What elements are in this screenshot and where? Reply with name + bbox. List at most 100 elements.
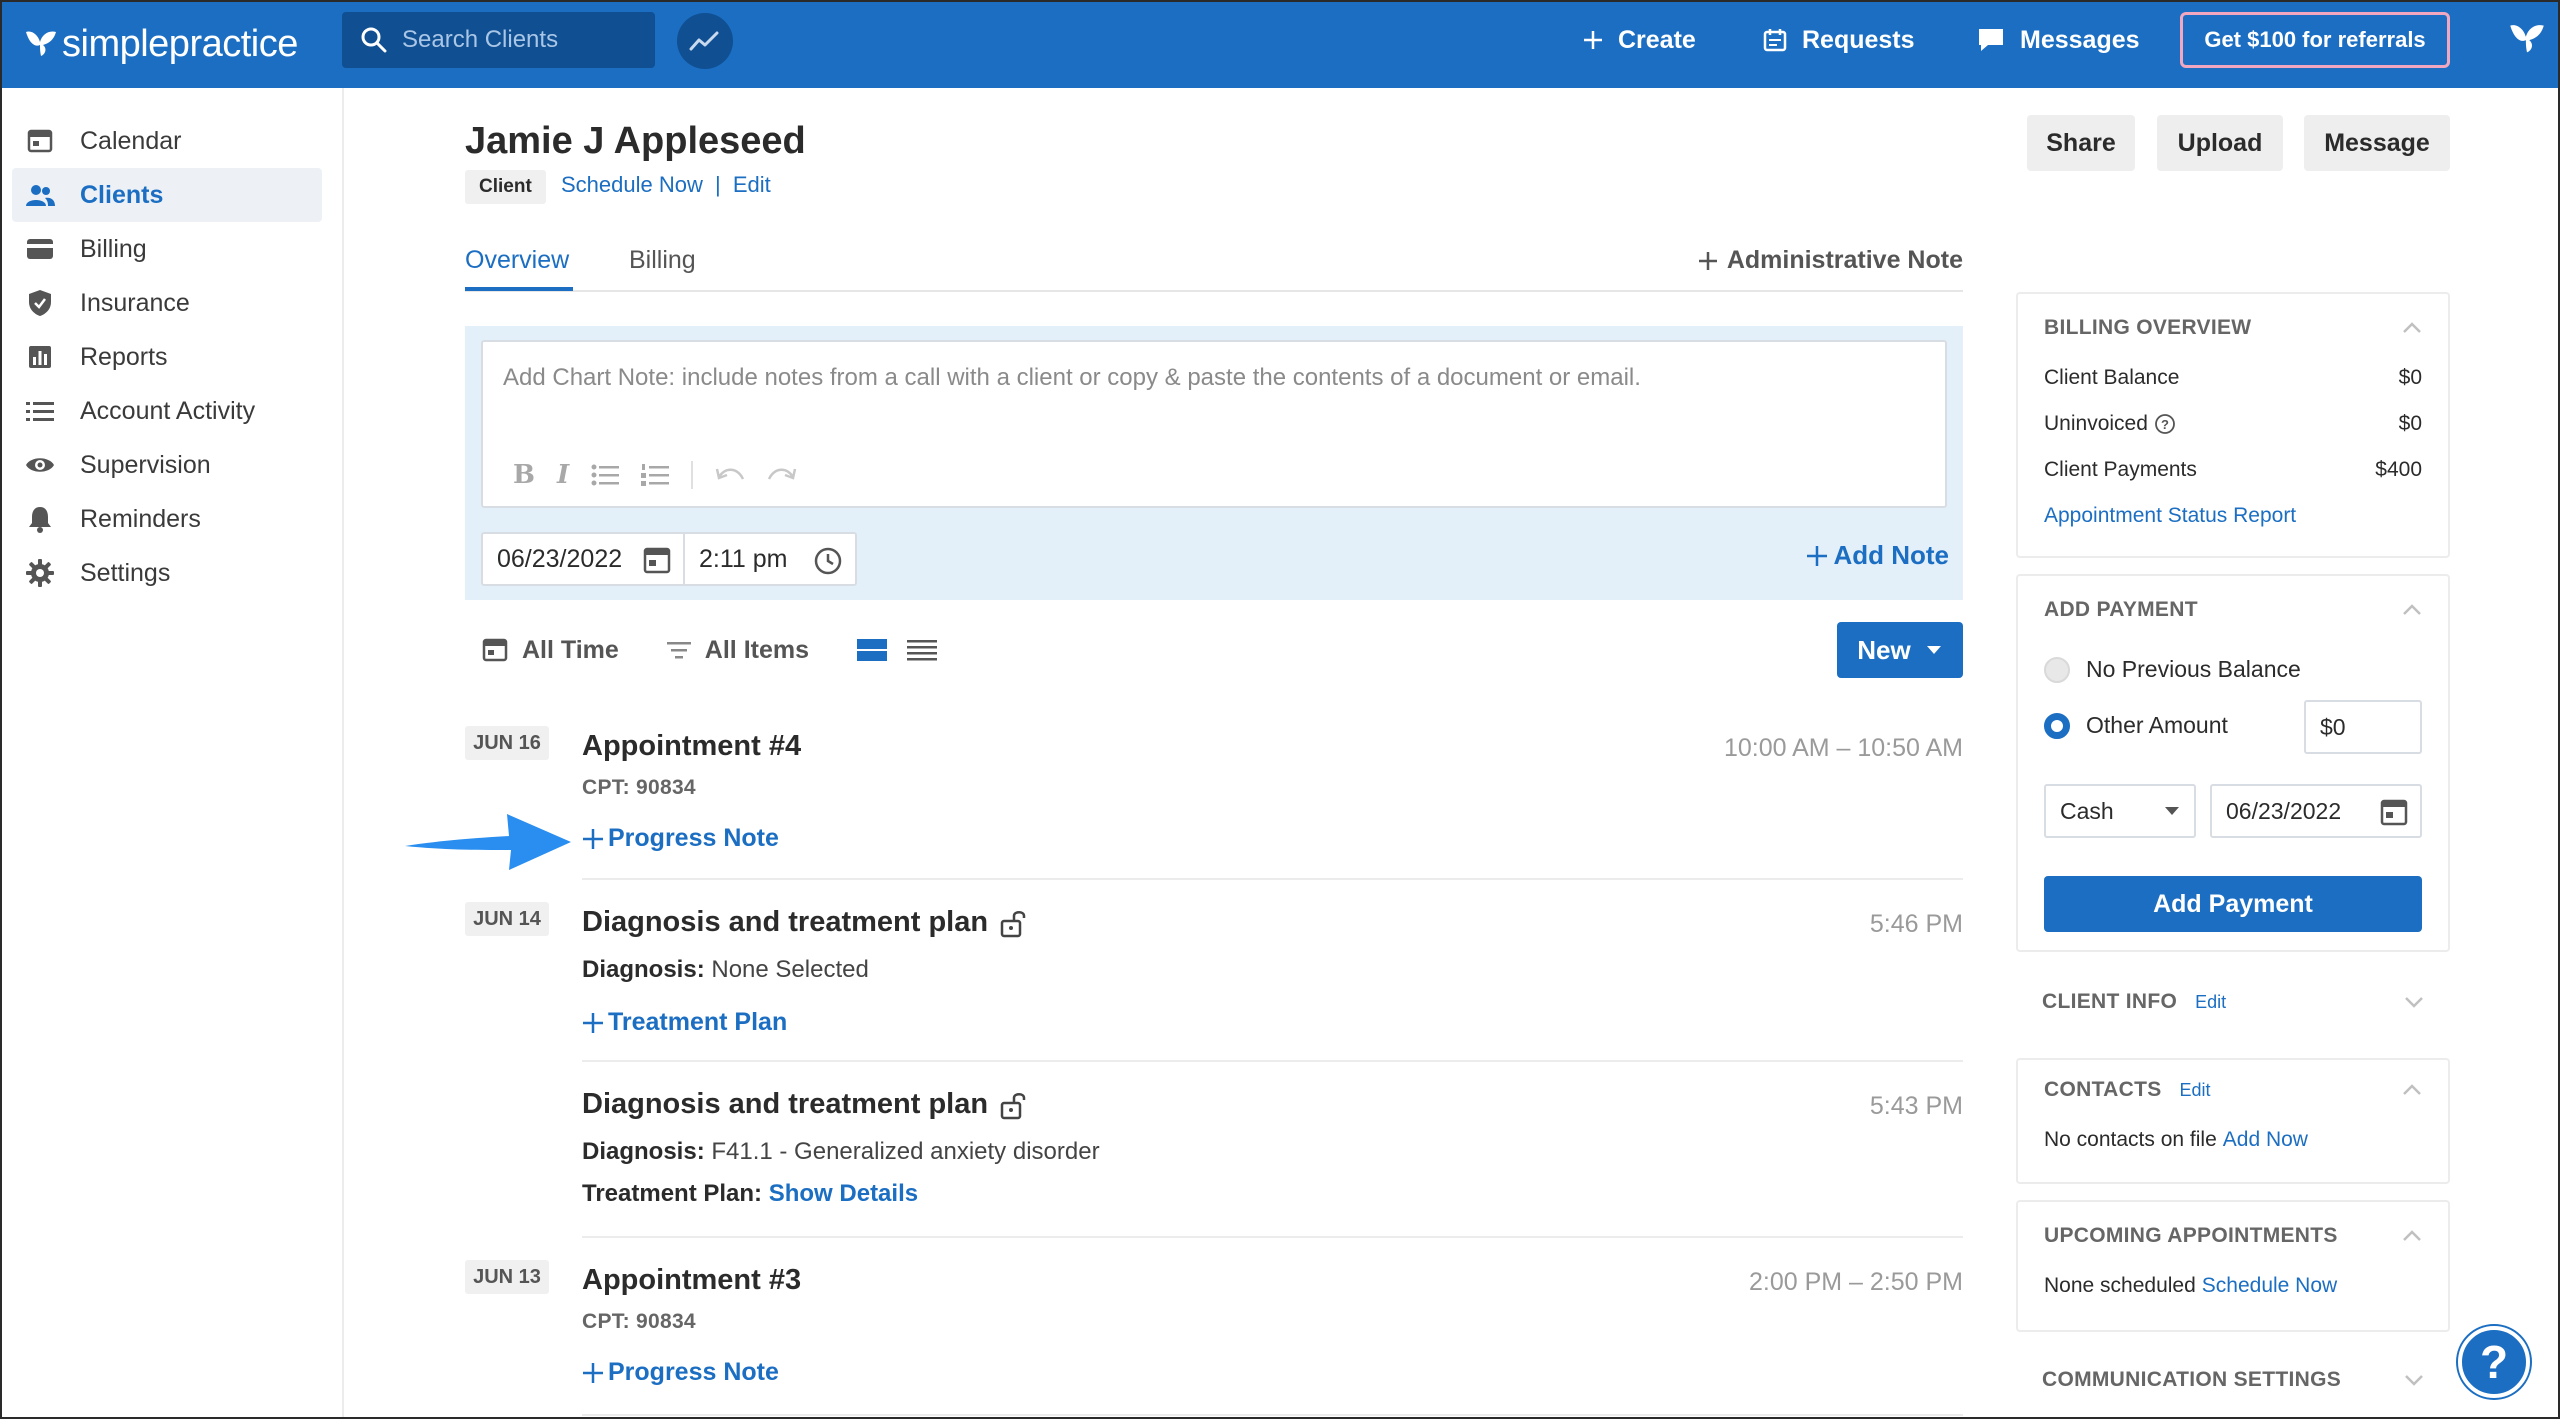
card-view-icon[interactable] xyxy=(857,638,887,662)
requests-button[interactable]: Requests xyxy=(1762,20,1915,60)
radio-unselected[interactable] xyxy=(2044,656,2070,683)
feed-item-title[interactable]: Appointment #3 xyxy=(582,1264,801,1297)
feed-item-title[interactable]: Diagnosis and treatment plan xyxy=(582,906,1028,939)
client-info-edit-link[interactable]: Edit xyxy=(2195,992,2226,1013)
contacts-edit-link[interactable]: Edit xyxy=(2180,1080,2211,1101)
tab-overview[interactable]: Overview xyxy=(465,246,569,275)
simplepractice-logo[interactable]: simplepractice xyxy=(24,16,298,72)
bar-chart-icon xyxy=(24,341,56,373)
show-details-link[interactable]: Show Details xyxy=(769,1180,918,1207)
feed-item-title[interactable]: Diagnosis and treatment plan xyxy=(582,1088,1028,1121)
sidebar-item-settings[interactable]: Settings xyxy=(12,546,322,600)
add-treatment-plan-link[interactable]: Treatment Plan xyxy=(582,1008,787,1037)
share-button[interactable]: Share xyxy=(2027,115,2135,171)
add-payment-button[interactable]: Add Payment xyxy=(2044,876,2422,932)
client-tabs: Overview Billing Administrative Note xyxy=(465,238,1963,292)
requests-label: Requests xyxy=(1802,25,1915,54)
sidebar-item-reminders[interactable]: Reminders xyxy=(12,492,322,546)
client-info-header[interactable]: CLIENT INFO Edit xyxy=(2042,990,2424,1014)
add-progress-note-link[interactable]: Progress Note xyxy=(582,1358,779,1387)
time-filter-dropdown[interactable]: All Time xyxy=(482,636,619,665)
no-previous-balance-label: No Previous Balance xyxy=(2086,656,2301,682)
sidebar-item-supervision[interactable]: Supervision xyxy=(12,438,322,492)
sidebar-item-label: Account Activity xyxy=(80,396,256,425)
chevron-up-icon[interactable] xyxy=(2402,320,2422,334)
payment-amount-input[interactable]: $0 xyxy=(2304,700,2422,754)
billing-overview-card: BILLING OVERVIEW Client Balance $0 Uninv… xyxy=(2016,292,2450,558)
sidebar-item-insurance[interactable]: Insurance xyxy=(12,276,322,330)
list-view-icon[interactable] xyxy=(907,638,937,662)
messages-button[interactable]: Messages xyxy=(1976,20,2140,60)
client-payments-value: $400 xyxy=(2375,458,2422,481)
undo-icon[interactable] xyxy=(715,465,745,485)
add-contact-link[interactable]: Add Now xyxy=(2223,1128,2308,1152)
insights-button[interactable] xyxy=(677,13,733,69)
create-button[interactable]: Create xyxy=(1582,20,1696,60)
add-progress-note-link[interactable]: Progress Note xyxy=(582,824,779,853)
message-button[interactable]: Message xyxy=(2304,115,2450,171)
unlock-icon xyxy=(1000,1092,1026,1119)
payment-date-field[interactable]: 06/23/2022 xyxy=(2210,784,2422,838)
calendar-request-icon xyxy=(1763,29,1787,52)
communication-settings-header[interactable]: COMMUNICATION SETTINGS xyxy=(2042,1368,2424,1392)
sidebar-item-account-activity[interactable]: Account Activity xyxy=(12,384,322,438)
add-note-button[interactable]: Add Note xyxy=(1805,540,1949,571)
chevron-up-icon[interactable] xyxy=(2402,1082,2422,1096)
schedule-now-link[interactable]: Schedule Now xyxy=(561,172,703,197)
chevron-up-icon[interactable] xyxy=(2402,602,2422,616)
note-time-field[interactable]: 2:11 pm xyxy=(683,532,857,586)
referral-button[interactable]: Get $100 for referrals xyxy=(2180,12,2450,68)
link-separator: | xyxy=(715,172,721,197)
help-circle-icon[interactable]: ? xyxy=(2154,413,2176,435)
credit-card-icon xyxy=(24,233,56,265)
chevron-down-icon[interactable] xyxy=(2404,1373,2424,1387)
diagnosis-label: Diagnosis: xyxy=(582,956,705,983)
search-bar[interactable] xyxy=(342,12,655,68)
feed-item-time: 5:46 PM xyxy=(1869,910,1963,938)
sidebar-item-clients[interactable]: Clients xyxy=(12,168,322,222)
note-date-field[interactable]: 06/23/2022 xyxy=(481,532,685,586)
chevron-up-icon[interactable] xyxy=(2402,1228,2422,1242)
new-item-button[interactable]: New xyxy=(1837,622,1963,678)
payment-method-select[interactable]: Cash xyxy=(2044,784,2196,838)
numbered-list-icon[interactable] xyxy=(641,463,670,487)
chart-note-editor[interactable]: Add Chart Note: include notes from a cal… xyxy=(481,340,1947,508)
payment-amount-value: $0 xyxy=(2320,713,2346,740)
active-tab-indicator xyxy=(465,287,573,291)
sidebar-item-calendar[interactable]: Calendar xyxy=(12,114,322,168)
chevron-down-icon[interactable] xyxy=(2404,995,2424,1009)
shield-icon xyxy=(24,287,56,319)
radio-selected[interactable] xyxy=(2044,712,2070,739)
add-payment-title: ADD PAYMENT xyxy=(2044,598,2198,621)
top-navigation-bar: simplepractice Create Requests Messages … xyxy=(2,2,2558,88)
tab-billing[interactable]: Billing xyxy=(629,246,696,275)
italic-icon[interactable]: I xyxy=(557,460,569,490)
sidebar-item-billing[interactable]: Billing xyxy=(12,222,322,276)
edit-client-link[interactable]: Edit xyxy=(733,172,771,197)
list-icon xyxy=(24,395,56,427)
redo-icon[interactable] xyxy=(767,465,797,485)
feed-item-title[interactable]: Appointment #4 xyxy=(582,730,801,763)
sidebar-item-label: Billing xyxy=(80,234,147,263)
feed-item-treatment-plan: Treatment Plan: Show Details xyxy=(582,1180,918,1208)
upload-button[interactable]: Upload xyxy=(2157,115,2283,171)
referral-label: Get $100 for referrals xyxy=(2204,27,2426,52)
diagnosis-value: F41.1 - Generalized anxiety disorder xyxy=(711,1138,1100,1165)
help-button[interactable]: ? xyxy=(2458,1326,2530,1398)
administrative-note-button[interactable]: Administrative Note xyxy=(1697,246,1963,275)
sidebar-item-label: Insurance xyxy=(80,288,190,317)
feed-date-badge: JUN 16 xyxy=(465,726,549,760)
appointment-status-report-link[interactable]: Appointment Status Report xyxy=(2044,504,2296,528)
filter-icon xyxy=(666,642,691,659)
uninvoiced-label: Uninvoiced xyxy=(2044,412,2148,435)
search-input[interactable] xyxy=(402,26,642,54)
schedule-now-link[interactable]: Schedule Now xyxy=(2202,1274,2337,1298)
bold-icon[interactable]: B xyxy=(513,460,535,490)
bullet-list-icon[interactable] xyxy=(591,464,620,486)
upcoming-appointments-title: UPCOMING APPOINTMENTS xyxy=(2044,1224,2338,1247)
client-balance-row: Client Balance $0 xyxy=(2044,366,2422,390)
no-previous-balance-option[interactable]: No Previous Balance xyxy=(2044,656,2422,683)
sidebar-item-reports[interactable]: Reports xyxy=(12,330,322,384)
account-menu[interactable] xyxy=(2508,22,2546,61)
items-filter-dropdown[interactable]: All Items xyxy=(666,636,809,665)
